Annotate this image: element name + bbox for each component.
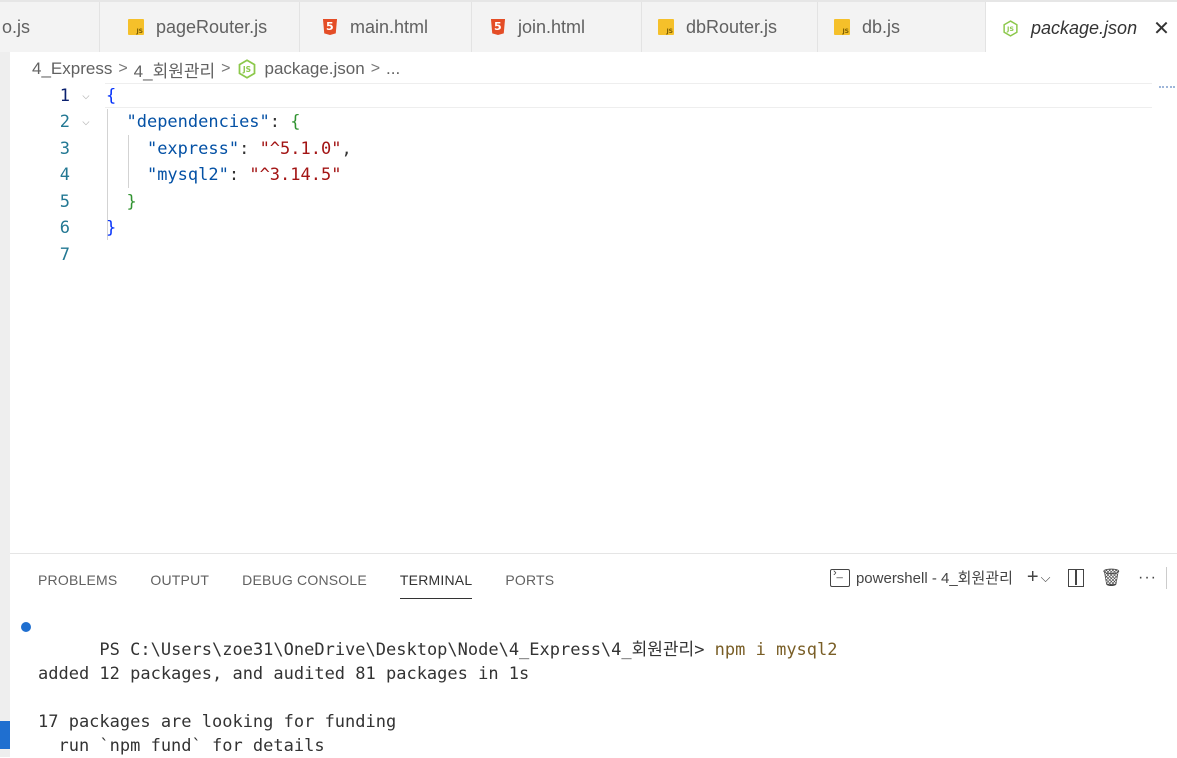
js-file-icon (658, 19, 674, 35)
svg-text:JS: JS (241, 65, 250, 74)
code-line: 7 (10, 242, 1160, 268)
code-editor[interactable]: 1 ⌵ { 2 ⌵ "dependencies": { 3 "express":… (10, 83, 1177, 551)
tab-label: package.json (1031, 17, 1138, 38)
chevron-down-icon[interactable]: ⌵ (1041, 570, 1051, 586)
breadcrumb-folder-member[interactable]: 4_회원관리 (134, 57, 215, 82)
fold-chevron-icon[interactable]: ⌵ (82, 83, 90, 109)
line-number: 2 (59, 112, 70, 132)
breadcrumb-folder-4-express[interactable]: 4_Express (32, 59, 112, 79)
panel-divider (1166, 567, 1167, 589)
tab-terminal[interactable]: TERMINAL (399, 570, 473, 599)
terminal-line: run `npm fund` for details (38, 736, 325, 756)
json-key: "dependencies" (126, 112, 270, 132)
breadcrumb: 4_Express > 4_회원관리 > JS package.json > .… (32, 57, 400, 81)
code-line: 1 ⌵ { (10, 83, 1160, 109)
chevron-right-icon: > (118, 60, 128, 77)
brace: { (290, 112, 301, 132)
js-file-icon (128, 19, 144, 35)
code-line: 4 "mysql2": "^3.14.5" (10, 162, 1160, 188)
activity-selection-indicator (0, 721, 10, 749)
tab-ports[interactable]: PORTS (505, 570, 554, 598)
new-terminal-plus-icon[interactable]: + (1027, 566, 1039, 589)
json-string: "^5.1.0" (259, 139, 342, 159)
tab-dbrouter-js[interactable]: dbRouter.js (642, 2, 818, 52)
command-decoration-dot[interactable] (21, 622, 31, 632)
terminal-command: npm i mysql2 (714, 640, 838, 660)
json-key: "mysql2" (146, 165, 229, 185)
code-line: 3 "express": "^5.1.0", (10, 136, 1160, 162)
line-number: 4 (59, 165, 70, 185)
terminal-shell-label[interactable]: powershell - 4_회원관리 (856, 567, 1013, 588)
breadcrumb-more[interactable]: ... (386, 59, 400, 79)
colon: : (269, 112, 291, 132)
trash-icon[interactable]: 🗑 (1100, 568, 1122, 588)
json-string: "^3.14.5" (249, 165, 342, 185)
more-actions-icon[interactable]: ··· (1138, 569, 1157, 587)
tab-main-html[interactable]: main.html (300, 2, 472, 52)
line-number: 3 (59, 139, 70, 159)
panel-toolbar: powershell - 4_회원관리 + ⌵ 🗑 ··· (818, 566, 1157, 589)
nodejs-icon: JS (1003, 19, 1018, 37)
tab-problems[interactable]: PROBLEMS (38, 570, 117, 598)
minimap[interactable] (1159, 86, 1175, 91)
brace: } (106, 218, 117, 238)
tab-label: dbRouter.js (686, 16, 778, 37)
fold-chevron-icon[interactable]: ⌵ (82, 109, 90, 135)
line-number: 5 (59, 192, 70, 212)
tab-o-js[interactable]: o.js (0, 2, 100, 52)
line-number: 6 (59, 218, 70, 238)
colon: : (228, 165, 250, 185)
chevron-right-icon: > (221, 60, 231, 77)
tab-label: pageRouter.js (156, 16, 268, 37)
terminal-line: added 12 packages, and audited 81 packag… (38, 664, 530, 684)
tab-label: db.js (862, 16, 901, 37)
editor-tab-bar: o.js pageRouter.js main.html join.html d… (0, 0, 1177, 54)
chevron-right-icon: > (370, 60, 381, 77)
terminal-line: PS C:\Users\zoe31\OneDrive\Desktop\Node\… (21, 614, 838, 660)
activity-strip (0, 52, 10, 757)
tab-label: main.html (350, 16, 429, 37)
terminal-output[interactable]: PS C:\Users\zoe31\OneDrive\Desktop\Node\… (21, 614, 838, 758)
tab-debug-console[interactable]: DEBUG CONSOLE (242, 570, 367, 598)
html5-file-icon (322, 19, 338, 35)
comma: , (341, 139, 352, 159)
tab-label: join.html (518, 16, 586, 37)
html5-file-icon (490, 19, 506, 35)
code-line: 5 } (10, 189, 1160, 215)
terminal-line: 17 packages are looking for funding (38, 712, 397, 732)
terminal-icon[interactable] (829, 567, 850, 587)
brace: } (126, 192, 137, 212)
svg-text:JS: JS (1006, 25, 1014, 33)
line-number: 7 (59, 245, 70, 265)
close-icon[interactable]: ✕ (1153, 16, 1170, 41)
panel-tabs: PROBLEMS OUTPUT DEBUG CONSOLE TERMINAL P… (38, 570, 587, 599)
code-line: 6 } (10, 215, 1160, 241)
code-line: 2 ⌵ "dependencies": { (10, 109, 1160, 135)
tab-db-js[interactable]: db.js (818, 2, 986, 52)
tab-pagerouter-js[interactable]: pageRouter.js (110, 2, 300, 52)
brace: { (106, 86, 117, 106)
colon: : (239, 139, 260, 159)
line-number: 1 (59, 86, 70, 106)
nodejs-icon: JS (238, 59, 255, 79)
breadcrumb-file[interactable]: package.json (265, 59, 365, 79)
bottom-panel: PROBLEMS OUTPUT DEBUG CONSOLE TERMINAL P… (10, 553, 1177, 758)
tab-output[interactable]: OUTPUT (150, 570, 209, 598)
json-key: "express" (146, 139, 240, 159)
tab-package-json[interactable]: JS package.json ✕ (986, 2, 1177, 54)
terminal-prompt: PS C:\Users\zoe31\OneDrive\Desktop\Node\… (99, 640, 715, 660)
tab-join-html[interactable]: join.html (472, 2, 642, 52)
js-file-icon (834, 19, 850, 35)
split-terminal-icon[interactable] (1068, 568, 1085, 587)
tab-label: o.js (2, 16, 31, 37)
